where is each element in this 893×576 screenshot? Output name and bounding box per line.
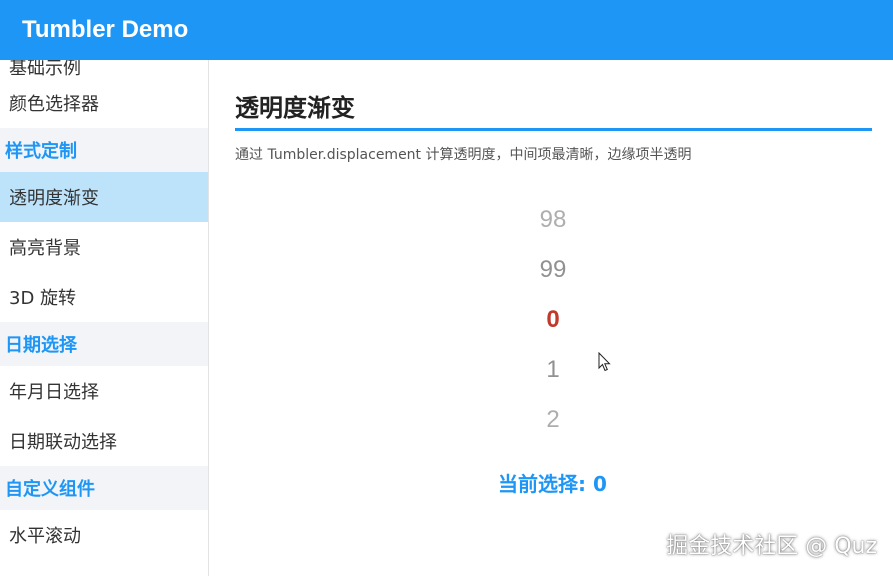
sidebar-item-basic-example[interactable]: 基础示例	[0, 60, 208, 79]
title-divider	[235, 128, 872, 131]
watermark: 掘金技术社区 @ Quz	[666, 534, 877, 559]
app-header: Tumbler Demo	[0, 0, 893, 60]
app-title: Tumbler Demo	[22, 16, 189, 43]
sidebar-item-ymd-selection[interactable]: 年月日选择	[0, 366, 208, 416]
current-selection-label: 当前选择: 0	[498, 472, 607, 496]
sidebar-item-color-picker[interactable]: 颜色选择器	[0, 78, 208, 128]
sidebar-group-date-selection: 日期选择	[0, 322, 208, 366]
number-tumbler[interactable]: 98 99 0 1 2	[503, 195, 603, 445]
page-title: 透明度渐变	[235, 94, 355, 122]
sidebar-item-highlight-background[interactable]: 高亮背景	[0, 222, 208, 272]
sidebar-group-custom-components: 自定义组件	[0, 466, 208, 510]
tumbler-item[interactable]: 98	[503, 195, 603, 245]
mouse-cursor-icon	[598, 352, 611, 372]
tumbler-item[interactable]: 2	[503, 395, 603, 445]
sidebar-item-linked-date-selection[interactable]: 日期联动选择	[0, 416, 208, 466]
sidebar-item-opacity-gradient[interactable]: 透明度渐变	[0, 172, 208, 222]
sidebar-item-horizontal-scroll[interactable]: 水平滚动	[0, 510, 208, 560]
sidebar-group-style-customization: 样式定制	[0, 128, 208, 172]
tumbler-item[interactable]: 1	[503, 345, 603, 395]
sidebar-item-3d-rotation[interactable]: 3D 旋转	[0, 272, 208, 322]
tumbler-current-item[interactable]: 0	[503, 295, 603, 345]
sidebar: 基础示例 颜色选择器 样式定制 透明度渐变 高亮背景 3D 旋转 日期选择 年月…	[0, 60, 209, 576]
main-content: 透明度渐变 通过 Tumbler.displacement 计算透明度，中间项最…	[235, 60, 872, 576]
tumbler-item[interactable]: 99	[503, 245, 603, 295]
page-description: 通过 Tumbler.displacement 计算透明度，中间项最清晰，边缘项…	[235, 147, 692, 163]
